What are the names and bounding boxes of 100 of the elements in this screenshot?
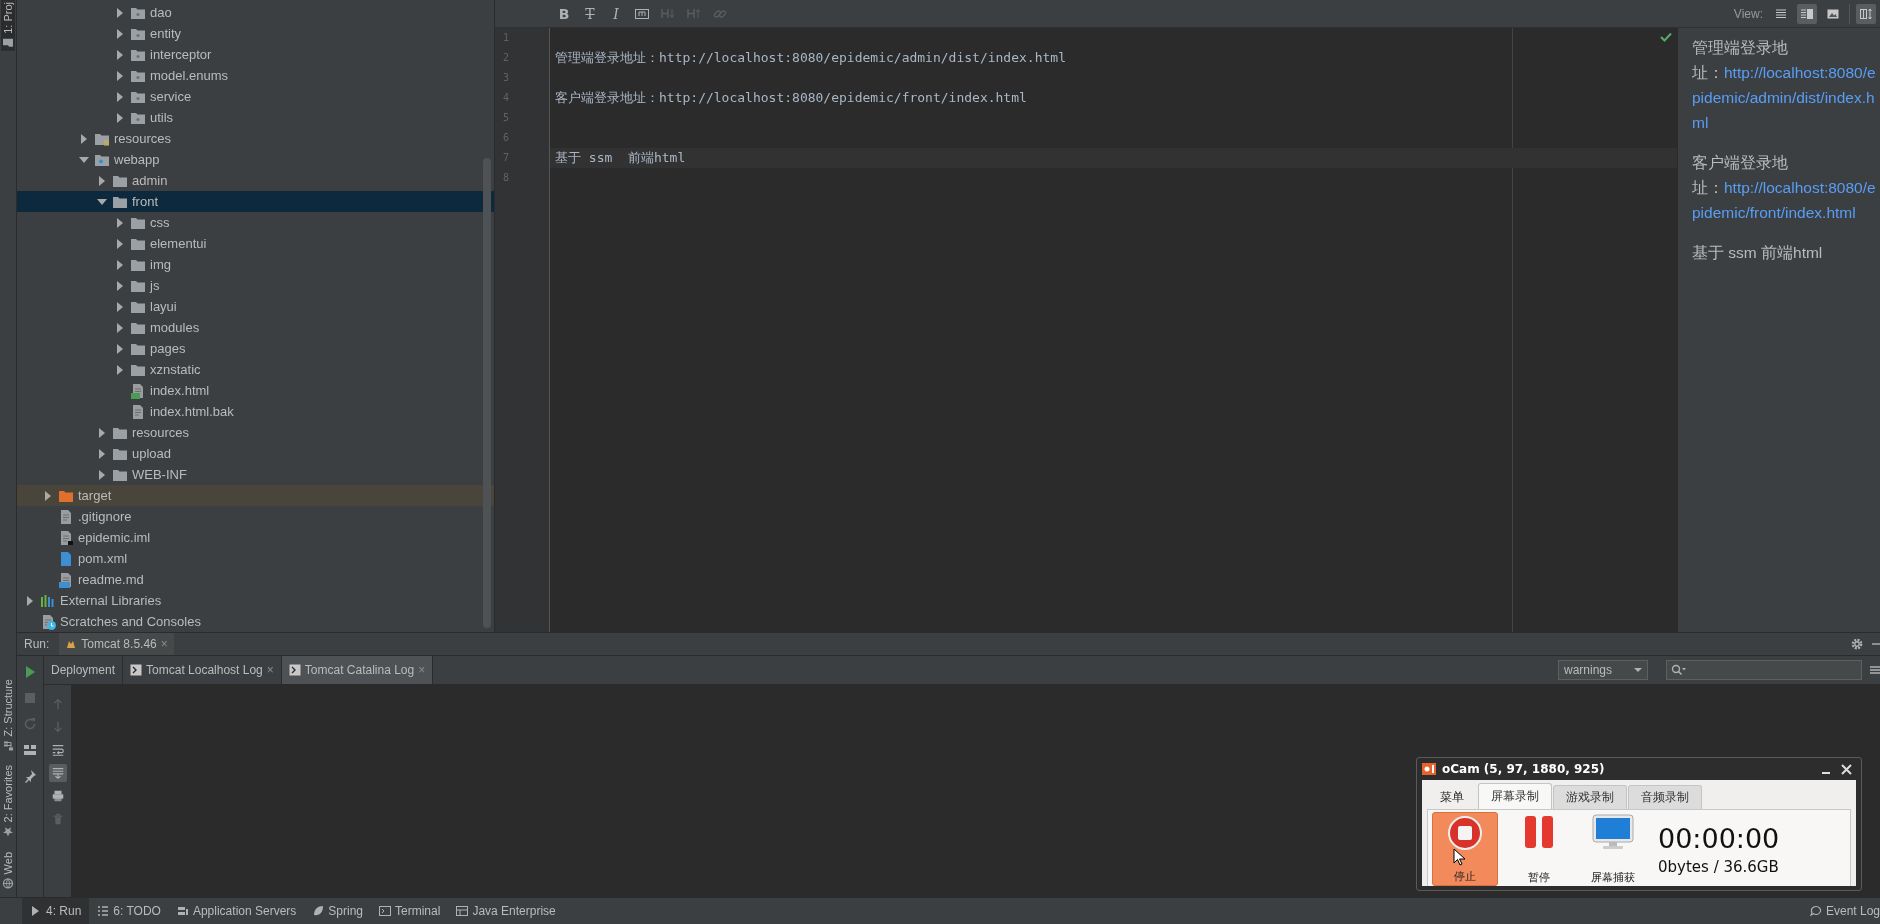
filter-dropdown[interactable]: warnings	[1558, 660, 1648, 680]
tree-item[interactable]: index.html.bak	[17, 401, 494, 422]
soft-wrap-icon	[50, 743, 65, 757]
split-view-icon	[1800, 6, 1814, 21]
tree-item[interactable]: interceptor	[17, 44, 494, 65]
view-label: View:	[1733, 6, 1763, 21]
link[interactable]: ml	[1692, 110, 1709, 135]
tree-item[interactable]: img	[17, 254, 494, 275]
tree-item[interactable]: admin	[17, 170, 494, 191]
bold-button[interactable]: B	[556, 5, 572, 22]
code-line: 基于 ssm 前端html	[555, 150, 686, 165]
link[interactable]: http://localhost:8080/e	[1724, 60, 1876, 85]
file-icon	[58, 529, 74, 546]
event-log-button[interactable]: Event Log	[1801, 898, 1880, 924]
link[interactable]: pidemic/front/index.html	[1692, 200, 1856, 225]
tree-item[interactable]: front	[17, 191, 494, 212]
tree-item[interactable]: js	[17, 275, 494, 296]
file-size-text: 0bytes / 36.6GB	[1658, 857, 1780, 876]
tree-item[interactable]: entity	[17, 23, 494, 44]
tree-item[interactable]: utils	[17, 107, 494, 128]
tool-window-button[interactable]: 6: TODO	[89, 898, 169, 924]
server-icon	[176, 905, 189, 917]
tree-item[interactable]: target	[17, 485, 494, 506]
console-icon	[288, 664, 301, 676]
file-icon	[130, 382, 146, 399]
layout-toggle-icon	[1859, 6, 1873, 21]
tab[interactable]: 游戏录制	[1553, 785, 1627, 809]
pause-button[interactable]: 暂停	[1506, 812, 1572, 886]
layout-icon[interactable]	[22, 742, 38, 758]
tree-item[interactable]: xznstatic	[17, 359, 494, 380]
print-icon	[50, 789, 65, 803]
log-tab[interactable]: Tomcat Catalina Log ×	[281, 656, 434, 684]
monitor-icon	[1591, 814, 1635, 850]
tree-item[interactable]: service	[17, 86, 494, 107]
stop-button[interactable]: 停止	[1432, 812, 1498, 886]
tree-item[interactable]: webapp	[17, 149, 494, 170]
structure-icon	[2, 739, 14, 752]
libraries-icon	[40, 592, 56, 609]
close-icon[interactable]	[1841, 763, 1852, 775]
toolbar-button[interactable]	[48, 764, 67, 782]
menu-icon[interactable]	[1870, 665, 1880, 675]
tool-window-tab[interactable]: Z: Structure	[1, 676, 15, 754]
tree-item[interactable]: WEB-INF	[17, 464, 494, 485]
code-line: 管理端登录地址：http://localhost:8080/epidemic/admin/dist/index.html	[555, 50, 1066, 65]
window-title: oCam (5, 97, 1880, 925)	[1442, 762, 1605, 776]
preview-text: 址：	[1692, 63, 1724, 83]
tree-item[interactable]: readme.md	[17, 569, 494, 590]
scrollbar[interactable]	[483, 158, 491, 628]
tool-window-button[interactable]: 4: Run	[22, 898, 90, 924]
file-icon	[130, 403, 146, 420]
tool-window-tab[interactable]: Web	[1, 849, 15, 891]
terminal-icon	[379, 905, 391, 917]
code-line: 客户端登录地址：http://localhost:8080/epidemic/front/index.html	[555, 90, 1027, 105]
mouse-pointer-icon	[1453, 848, 1465, 866]
italic-button[interactable]: I	[608, 5, 624, 22]
run-config-tab[interactable]: Tomcat 8.5.46 ×	[59, 633, 174, 655]
tree-item[interactable]: resources	[17, 128, 494, 149]
tree-item[interactable]: index.html	[17, 380, 494, 401]
tree-item[interactable]: pom.xml	[17, 548, 494, 569]
tree-item[interactable]: resources	[17, 422, 494, 443]
scratch-file-icon	[40, 613, 56, 630]
menu-button[interactable]: 菜单	[1427, 785, 1477, 809]
search-field[interactable]	[1666, 660, 1862, 680]
tab[interactable]: 音频录制	[1628, 785, 1702, 809]
tree-item[interactable]: Scratches and Consoles	[17, 611, 494, 632]
log-tab[interactable]: Deployment	[44, 656, 124, 684]
tree-item[interactable]: elementui	[17, 233, 494, 254]
tool-window-button[interactable]: Terminal	[371, 898, 449, 924]
tool-window-tab[interactable]: 1: Proj	[1, 0, 15, 51]
file-icon	[58, 550, 74, 567]
close-tab-button[interactable]: ×	[266, 663, 274, 677]
view-mode-button[interactable]	[1856, 3, 1876, 24]
settings-icon[interactable]	[1850, 637, 1864, 651]
tree-item[interactable]: pages	[17, 338, 494, 359]
tree-item[interactable]: External Libraries	[17, 590, 494, 611]
tree-item[interactable]: layui	[17, 296, 494, 317]
tree-item[interactable]: dao	[17, 2, 494, 23]
tab[interactable]: 屏幕录制	[1478, 783, 1552, 809]
folder-icon	[2, 36, 14, 49]
tool-window-button[interactable]: Application Servers	[168, 898, 305, 924]
strikethrough-button[interactable]: T	[582, 5, 598, 22]
link[interactable]: pidemic/admin/dist/index.h	[1692, 85, 1875, 110]
search-icon[interactable]	[1671, 664, 1687, 676]
log-tab[interactable]: Tomcat Localhost Log ×	[123, 656, 282, 684]
view-mode-button[interactable]	[1797, 3, 1817, 24]
link[interactable]: http://localhost:8080/e	[1724, 175, 1876, 200]
leaf-icon	[312, 905, 325, 917]
capture-button[interactable]: 屏幕捕获	[1580, 812, 1646, 886]
tree-item[interactable]: css	[17, 212, 494, 233]
preview-text: 管理端登录地	[1692, 38, 1788, 58]
tree-item[interactable]: upload	[17, 443, 494, 464]
tool-window-tab[interactable]: 2: Favorites	[1, 763, 15, 840]
tool-window-button[interactable]: Java Enterprise	[448, 898, 564, 924]
record-stop-icon	[1447, 815, 1483, 851]
tool-window-button[interactable]: Spring	[304, 898, 371, 924]
tree-item[interactable]: epidemic.iml	[17, 527, 494, 548]
tree-item[interactable]: .gitignore	[17, 506, 494, 527]
recording-timer: 00:00:00	[1658, 822, 1780, 854]
tree-item[interactable]: model.enums	[17, 65, 494, 86]
tree-item[interactable]: modules	[17, 317, 494, 338]
